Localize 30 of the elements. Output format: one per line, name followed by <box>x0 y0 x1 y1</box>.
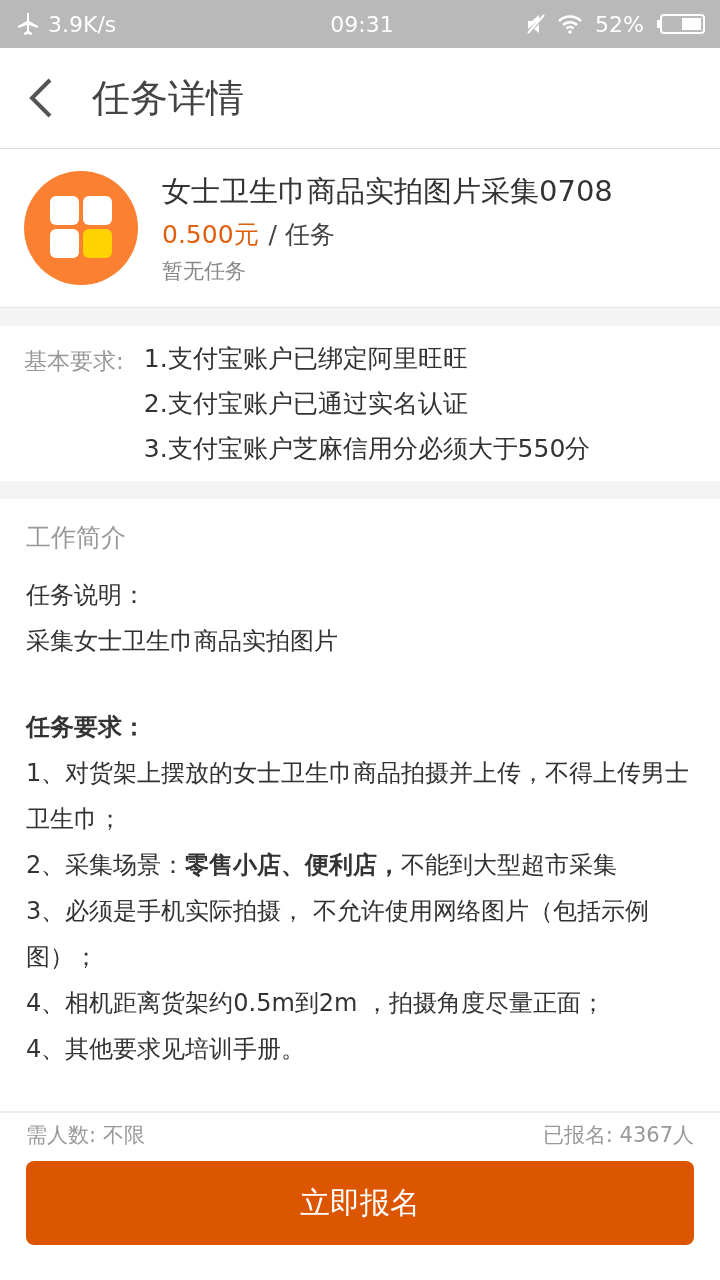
airplane-icon <box>18 13 38 35</box>
battery-percent: 52% <box>595 11 644 37</box>
price-unit: / 任务 <box>268 218 335 251</box>
battery-icon <box>656 13 706 35</box>
people-needed: 需人数: 不限 <box>26 1122 145 1149</box>
requirement-item: 3.支付宝账户芝麻信用分必须大于550分 <box>143 433 591 465</box>
enroll-button[interactable]: 立即报名 <box>26 1161 694 1245</box>
description-line: 4、其他要求见培训手册。 <box>26 1034 307 1065</box>
requirement-item: 1.支付宝账户已绑定阿里旺旺 <box>143 343 469 375</box>
description-line: 采集女士卫生巾商品实拍图片 <box>26 626 339 657</box>
section-heading: 任务要求： <box>26 712 147 743</box>
description-line: 1、对货架上摆放的女士卫生巾商品拍摄并上传，不得上传男士卫生巾； <box>26 758 691 835</box>
description-line: 3、必须是手机实际拍摄， 不允许使用网络图片（包括示例图）； <box>26 896 650 973</box>
clock: 09:31 <box>330 11 394 37</box>
task-price: 0.500元 <box>162 218 259 251</box>
description-line: 任务说明： <box>26 580 147 611</box>
description-line: 4、相机距离货架约0.5m到2m ，拍摄角度尽量正面； <box>26 988 607 1019</box>
wifi-icon <box>557 14 584 34</box>
page-title: 任务详情 <box>92 74 244 122</box>
section-title: 工作简介 <box>26 522 127 554</box>
mute-icon <box>527 14 546 34</box>
back-icon[interactable] <box>28 78 54 118</box>
requirement-item: 2.支付宝账户已通过实名认证 <box>143 388 469 420</box>
task-status: 暂无任务 <box>162 257 247 285</box>
requirements-label: 基本要求: <box>24 347 124 376</box>
app-logo-icon <box>24 171 138 285</box>
description-line: 2、采集场景：零售小店、便利店，不能到大型超市采集 <box>26 850 619 881</box>
task-name: 女士卫生巾商品实拍图片采集0708 <box>162 172 613 210</box>
enrolled-count: 已报名: 4367人 <box>542 1122 694 1149</box>
network-speed: 3.9K/s <box>48 11 117 37</box>
